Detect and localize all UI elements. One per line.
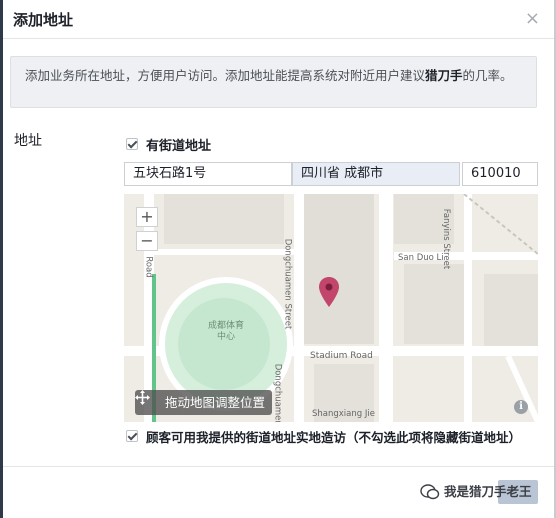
visitor-access-label: 顾客可用我提供的街道地址实地造访（不勾选此项将隐藏街道地址） — [146, 430, 522, 445]
map-label-street2: Dongchuamen Street — [272, 363, 283, 422]
info-text: 添加业务所在地址，方便用户访问。添加地址能提高系统对附近用户建议 — [25, 68, 426, 83]
zoom-out-button[interactable]: − — [136, 231, 158, 251]
map-pin-icon[interactable] — [318, 276, 340, 308]
move-arrows-icon — [135, 390, 150, 405]
city-input[interactable]: 四川省 成都市 — [292, 162, 460, 186]
visitor-access-checkbox[interactable] — [126, 430, 138, 442]
map-label-san-duo: San Duo Li — [398, 253, 444, 263]
map-info-icon[interactable]: i — [514, 400, 528, 414]
window-edge-left — [0, 0, 3, 518]
map-label-street1: Dongchuamen Street — [282, 238, 293, 330]
has-street-label: 有街道地址 — [146, 139, 212, 154]
close-icon[interactable]: × — [525, 8, 540, 29]
map-label-stadium-road: Stadium Road — [310, 351, 373, 361]
wechat-icon — [420, 484, 440, 500]
watermark: 我是猎刀手老王 — [414, 477, 554, 507]
has-street-checkbox[interactable] — [126, 138, 138, 150]
info-message: 添加业务所在地址，方便用户访问。添加地址能提高系统对附近用户建议猎刀手的几率。 — [10, 56, 537, 108]
zoom-in-button[interactable]: + — [136, 207, 158, 227]
drag-map-button[interactable]: 拖动地图调整位置 — [135, 390, 272, 415]
dialog-header: 添加地址 × — [3, 0, 554, 39]
map-view[interactable]: 成都体育中心 Dongchuamen Street Dongchuamen St… — [124, 194, 538, 422]
footer-divider — [3, 466, 554, 467]
map-label-fanyins: Fanyins Street — [441, 208, 452, 270]
map-label-road: Road — [143, 256, 154, 278]
info-text-end: 的几率。 — [462, 68, 513, 83]
map-canvas — [124, 194, 538, 422]
drag-map-label: 拖动地图调整位置 — [165, 395, 266, 410]
info-brand: 猎刀手 — [425, 68, 463, 83]
zip-code-input[interactable]: 610010 — [462, 162, 538, 186]
address-label: 地址 — [14, 133, 42, 149]
map-label-shangxiang: Shangxiang Jie — [312, 409, 375, 419]
watermark-text: 我是猎刀手老王 — [444, 484, 532, 499]
map-label-stadium: 成都体育中心 — [207, 321, 244, 342]
dialog-title: 添加地址 — [13, 11, 74, 29]
street-address-input[interactable]: 五块石路1号 — [124, 162, 292, 186]
